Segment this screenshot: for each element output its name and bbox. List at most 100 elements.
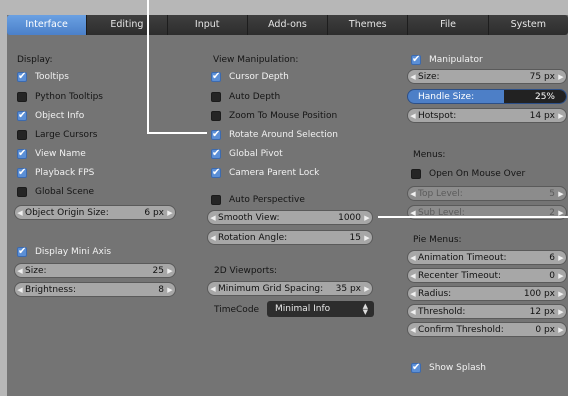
tab-system[interactable]: System	[488, 15, 568, 35]
updown-arrows-icon: ▲ ▼	[362, 302, 368, 316]
timecode-label: TimeCode	[214, 305, 260, 315]
view-name-checkbox[interactable]: View Name	[17, 146, 86, 162]
tab-file[interactable]: File	[408, 15, 489, 35]
tab-input[interactable]: Input	[167, 15, 248, 35]
auto-perspective-checkbox[interactable]: Auto Perspective	[211, 192, 305, 208]
pie-radius-field[interactable]: ◀ Radius: 100 px ▶	[407, 286, 567, 301]
tab-themes[interactable]: Themes	[328, 15, 409, 35]
increment-arrow-icon[interactable]: ▶	[556, 326, 566, 334]
decrement-arrow-icon[interactable]: ◀	[15, 267, 25, 275]
increment-arrow-icon[interactable]: ▶	[556, 272, 566, 280]
auto-depth-checkbox[interactable]: Auto Depth	[211, 89, 280, 105]
decrement-arrow-icon[interactable]: ◀	[408, 272, 418, 280]
manipulator-size-field[interactable]: ◀ Size: 75 px ▶	[407, 69, 567, 84]
decrement-arrow-icon[interactable]: ◀	[408, 190, 418, 198]
decrement-arrow-icon[interactable]: ◀	[208, 214, 218, 222]
pie-menus-header: Pie Menus:	[413, 235, 462, 245]
rotation-angle-field[interactable]: ◀ Rotation Angle: 15 ▶	[207, 230, 373, 245]
manipulator-checkbox[interactable]: Manipulator	[411, 52, 483, 68]
field-label: Size:	[418, 71, 440, 82]
2d-viewports-header: 2D Viewports:	[214, 266, 278, 276]
increment-arrow-icon[interactable]: ▶	[556, 190, 566, 198]
increment-arrow-icon[interactable]: ▶	[165, 267, 175, 275]
increment-arrow-icon[interactable]: ▶	[556, 254, 566, 262]
pie-threshold-field[interactable]: ◀ Threshold: 12 px ▶	[407, 304, 567, 319]
field-label: Smooth View:	[218, 212, 280, 223]
decrement-arrow-icon[interactable]: ◀	[208, 285, 218, 293]
tab-editing[interactable]: Editing	[87, 15, 168, 35]
cursor-depth-checkbox[interactable]: Cursor Depth	[211, 69, 289, 85]
field-label: Top Level:	[418, 188, 463, 199]
checkbox-label: Object Info	[35, 111, 85, 121]
decrement-arrow-icon[interactable]: ◀	[408, 290, 418, 298]
camera-parent-lock-checkbox[interactable]: Camera Parent Lock	[211, 165, 319, 181]
checkbox-unchecked-icon	[211, 92, 221, 102]
checkbox-label: Manipulator	[429, 55, 483, 65]
decrement-arrow-icon[interactable]: ◀	[408, 308, 418, 316]
decrement-arrow-icon[interactable]: ◀	[408, 326, 418, 334]
increment-arrow-icon[interactable]: ▶	[556, 308, 566, 316]
checkbox-label: Rotate Around Selection	[229, 130, 338, 140]
playback-fps-checkbox[interactable]: Playback FPS	[17, 165, 94, 181]
field-value: 1000	[338, 212, 361, 223]
mini-axis-size-field[interactable]: ◀ Size: 25 ▶	[14, 263, 176, 278]
pie-recenter-timeout-field[interactable]: ◀ Recenter Timeout: 0 ▶	[407, 268, 567, 283]
dropdown-value: Minimal Info	[275, 304, 331, 314]
tab-addons[interactable]: Add-ons	[247, 15, 329, 35]
field-value: 0	[549, 270, 555, 281]
zoom-to-mouse-checkbox[interactable]: Zoom To Mouse Position	[211, 108, 337, 124]
increment-arrow-icon[interactable]: ▶	[556, 73, 566, 81]
tooltips-checkbox[interactable]: Tooltips	[17, 69, 69, 85]
global-pivot-checkbox[interactable]: Global Pivot	[211, 146, 283, 162]
field-label: Minimum Grid Spacing:	[218, 283, 324, 294]
mini-axis-brightness-field[interactable]: ◀ Brightness: 8 ▶	[14, 282, 176, 297]
increment-arrow-icon[interactable]: ▶	[556, 290, 566, 298]
pie-animation-timeout-field[interactable]: ◀ Animation Timeout: 6 ▶	[407, 250, 567, 265]
object-origin-size-field[interactable]: ◀ Object Origin Size: 6 px ▶	[14, 205, 176, 220]
field-value: 6 px	[144, 207, 164, 218]
python-tooltips-checkbox[interactable]: Python Tooltips	[17, 89, 103, 105]
handle-size-slider[interactable]: Handle Size: 25%	[407, 89, 567, 104]
increment-arrow-icon[interactable]: ▶	[165, 209, 175, 217]
field-value: 0 px	[535, 324, 555, 335]
smooth-view-field[interactable]: ◀ Smooth View: 1000 ▶	[207, 210, 373, 225]
checkbox-unchecked-icon	[17, 187, 27, 197]
checkbox-label: Cursor Depth	[229, 72, 289, 82]
tab-interface[interactable]: Interface	[7, 15, 88, 35]
open-on-mouse-over-checkbox[interactable]: Open On Mouse Over	[411, 166, 525, 182]
decrement-arrow-icon[interactable]: ◀	[408, 112, 418, 120]
checkbox-label: Zoom To Mouse Position	[229, 111, 338, 121]
decrement-arrow-icon[interactable]: ◀	[208, 234, 218, 242]
decrement-arrow-icon[interactable]: ◀	[408, 254, 418, 262]
top-level-field[interactable]: ◀ Top Level: 5 ▶	[407, 186, 567, 201]
increment-arrow-icon[interactable]: ▶	[556, 112, 566, 120]
checkbox-unchecked-icon	[211, 111, 221, 121]
annotation-line	[147, 132, 207, 134]
field-value: 14 px	[529, 110, 555, 121]
rotate-around-selection-checkbox[interactable]: Rotate Around Selection	[211, 127, 338, 143]
field-value: 5	[549, 188, 555, 199]
large-cursors-checkbox[interactable]: Large Cursors	[17, 127, 97, 143]
pie-confirm-threshold-field[interactable]: ◀ Confirm Threshold: 0 px ▶	[407, 322, 567, 337]
global-scene-checkbox[interactable]: Global Scene	[17, 184, 94, 200]
increment-arrow-icon[interactable]: ▶	[165, 286, 175, 294]
field-label: Object Origin Size:	[25, 207, 109, 218]
object-info-checkbox[interactable]: Object Info	[17, 108, 84, 124]
decrement-arrow-icon[interactable]: ◀	[15, 286, 25, 294]
checkbox-label: Global Scene	[35, 187, 95, 197]
checkbox-label: Tooltips	[35, 72, 69, 82]
decrement-arrow-icon[interactable]: ◀	[15, 209, 25, 217]
decrement-arrow-icon[interactable]: ◀	[408, 73, 418, 81]
increment-arrow-icon[interactable]: ▶	[362, 285, 372, 293]
hotspot-field[interactable]: ◀ Hotspot: 14 px ▶	[407, 108, 567, 123]
menus-header: Menus:	[413, 150, 446, 160]
display-mini-axis-checkbox[interactable]: Display Mini Axis	[17, 244, 111, 260]
show-splash-checkbox[interactable]: Show Splash	[411, 360, 486, 376]
field-label: Hotspot:	[418, 110, 457, 121]
minimum-grid-spacing-field[interactable]: ◀ Minimum Grid Spacing: 35 px ▶	[207, 281, 373, 296]
increment-arrow-icon[interactable]: ▶	[362, 234, 372, 242]
preferences-tabs: Interface Editing Input Add-ons Themes F…	[7, 15, 568, 35]
timecode-dropdown[interactable]: Minimal Info ▲ ▼	[267, 301, 374, 317]
increment-arrow-icon[interactable]: ▶	[362, 214, 372, 222]
checkbox-checked-icon	[211, 149, 221, 159]
